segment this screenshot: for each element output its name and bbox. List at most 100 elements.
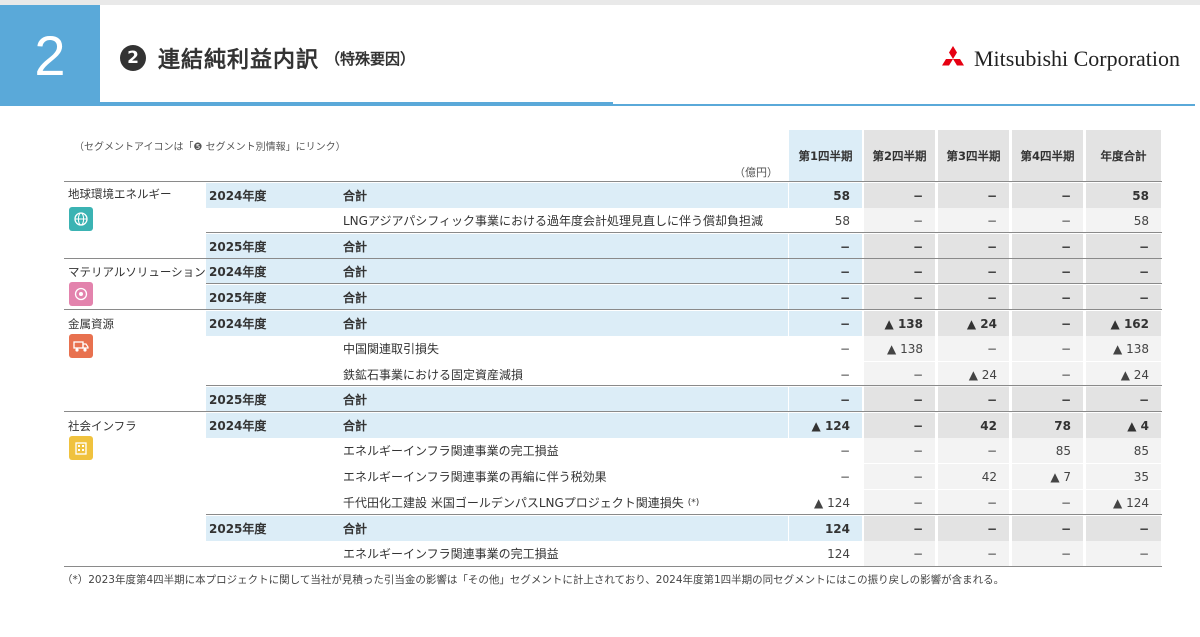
table-row-detail: エネルギーインフラ関連事業の再編に伴う税効果 − −42 ▲ 7 35	[0, 464, 1200, 490]
value-cell: −	[864, 438, 935, 463]
value-cell: −	[789, 438, 862, 463]
value-cell: −	[1012, 311, 1083, 336]
segment-icon-note: （セグメントアイコンは「❺ セグメント別情報」にリンク）	[74, 142, 346, 153]
value-cell: −	[864, 516, 935, 541]
value-cell: 42	[938, 413, 1009, 438]
fiscal-year-label: 2024年度	[206, 413, 788, 438]
value-cell: −	[1086, 516, 1161, 541]
value-cell: −	[938, 234, 1009, 259]
value-cell: −	[938, 285, 1009, 310]
value-cell: −	[1012, 336, 1083, 361]
table-row-total: 2024年度 合計 − ▲ 138 ▲ 24− ▲ 162	[0, 311, 1200, 337]
value-cell: −	[789, 259, 862, 284]
row-label: 合計	[343, 259, 367, 284]
value-cell: 78	[1012, 413, 1083, 438]
row-label: 合計	[343, 234, 367, 259]
fiscal-year-label: 2025年度	[206, 234, 788, 259]
value-cell: ▲ 7	[1012, 464, 1083, 489]
table-row-detail: エネルギーインフラ関連事業の完工損益 124− − − −	[0, 541, 1200, 567]
value-cell: −	[1012, 234, 1083, 259]
row-label-text: 合計	[343, 317, 368, 331]
value-cell: −	[938, 387, 1009, 412]
footnote-marker: (*)	[687, 497, 700, 508]
value-cell: 85	[1012, 438, 1083, 463]
value-cell: −	[1086, 541, 1161, 566]
value-cell: ▲ 124	[789, 490, 862, 515]
fiscal-year-label: 2025年度	[206, 285, 788, 310]
row-label-text: 合計	[343, 240, 368, 254]
value-cell: −	[938, 259, 1009, 284]
table-row-total: 2024年度 合計 58− − −58	[0, 183, 1200, 209]
value-cell: −	[1012, 259, 1083, 284]
value-cell: −	[1012, 387, 1083, 412]
value-cell: −	[1012, 285, 1083, 310]
value-cell: ▲ 24	[938, 311, 1009, 336]
header-rule-thin	[613, 104, 1195, 106]
value-cell: −	[864, 285, 935, 310]
value-cell: −	[789, 285, 862, 310]
row-label-text: エネルギーインフラ関連事業の再編に伴う税効果	[343, 470, 607, 484]
row-label-text: 中国関連取引損失	[343, 342, 440, 356]
value-cell: 58	[1086, 183, 1161, 208]
segment-divider	[64, 258, 1162, 259]
value-cell: −	[864, 464, 935, 489]
value-cell: −	[938, 183, 1009, 208]
value-cell: −	[938, 490, 1009, 515]
value-cell: −	[938, 541, 1009, 566]
three-diamonds-icon	[942, 46, 964, 66]
value-cell: −	[938, 438, 1009, 463]
row-label: エネルギーインフラ関連事業の完工損益	[343, 438, 559, 463]
row-label: 合計	[343, 413, 367, 438]
row-label-text: LNGアジアパシフィック事業における過年度会計処理見直しに伴う償却負担減	[343, 214, 764, 228]
value-cell: −	[864, 541, 935, 566]
value-cell: −	[1012, 208, 1083, 233]
page-number: 2	[0, 5, 100, 106]
value-cell: −	[864, 490, 935, 515]
value-cell: 85	[1086, 438, 1161, 463]
table-row-total: 2025年度 合計 − − − − −	[0, 387, 1200, 413]
value-cell: −	[864, 362, 935, 387]
table-row-detail: エネルギーインフラ関連事業の完工損益 − − −85 85	[0, 438, 1200, 464]
value-cell: −	[789, 234, 862, 259]
fiscal-year-label: 2024年度	[206, 311, 788, 336]
table-row-total: 2025年度 合計 − − − − −	[0, 285, 1200, 311]
company-logo[interactable]: Mitsubishi Corporation	[938, 46, 1180, 72]
title-text: 連結純利益内訳	[158, 48, 320, 73]
value-cell: 58	[789, 208, 862, 233]
value-cell: ▲ 138	[864, 311, 935, 336]
row-label-text: エネルギーインフラ関連事業の完工損益	[343, 547, 559, 561]
header-rule	[100, 102, 613, 106]
row-label: 合計	[343, 183, 367, 208]
page-title: 2 連結純利益内訳 （特殊要因）	[120, 40, 415, 76]
row-label: 合計	[343, 516, 367, 541]
fiscal-year-label: 2024年度	[206, 259, 788, 284]
footnote: （*）2023年度第4四半期に本プロジェクトに関して当社が見積った引当金の影響は…	[62, 574, 1005, 586]
row-label-text: 合計	[343, 189, 368, 203]
row-label-text: 千代田化工建設 米国ゴールデンパスLNGプロジェクト関連損失	[343, 496, 684, 510]
row-label-text: 合計	[343, 393, 368, 407]
value-cell: −	[864, 208, 935, 233]
value-cell: 58	[789, 183, 862, 208]
row-label: 合計	[343, 387, 367, 412]
row-label-text: 鉄鉱石事業における固定資産減損	[343, 368, 524, 382]
row-label-text: 合計	[343, 419, 368, 433]
row-label-text: エネルギーインフラ関連事業の完工損益	[343, 444, 559, 458]
segment-divider	[64, 411, 1162, 412]
year-divider	[206, 232, 1162, 233]
value-cell: ▲ 24	[938, 362, 1009, 387]
value-cell: −	[789, 336, 862, 361]
fiscal-year-label: 2025年度	[206, 387, 788, 412]
value-cell: −	[789, 311, 862, 336]
value-cell: −	[1086, 387, 1161, 412]
col-header-q4: 第4四半期	[1012, 130, 1083, 181]
value-cell: ▲ 24	[1086, 362, 1161, 387]
top-strip	[0, 0, 1200, 5]
value-cell: −	[864, 183, 935, 208]
value-cell: −	[938, 516, 1009, 541]
col-header-q3: 第3四半期	[938, 130, 1009, 181]
table-bottom-rule	[64, 566, 1162, 567]
row-label-text: 合計	[343, 522, 368, 536]
value-cell: ▲ 138	[864, 336, 935, 361]
value-cell: −	[1012, 541, 1083, 566]
row-label: LNGアジアパシフィック事業における過年度会計処理見直しに伴う償却負担減	[343, 208, 763, 233]
